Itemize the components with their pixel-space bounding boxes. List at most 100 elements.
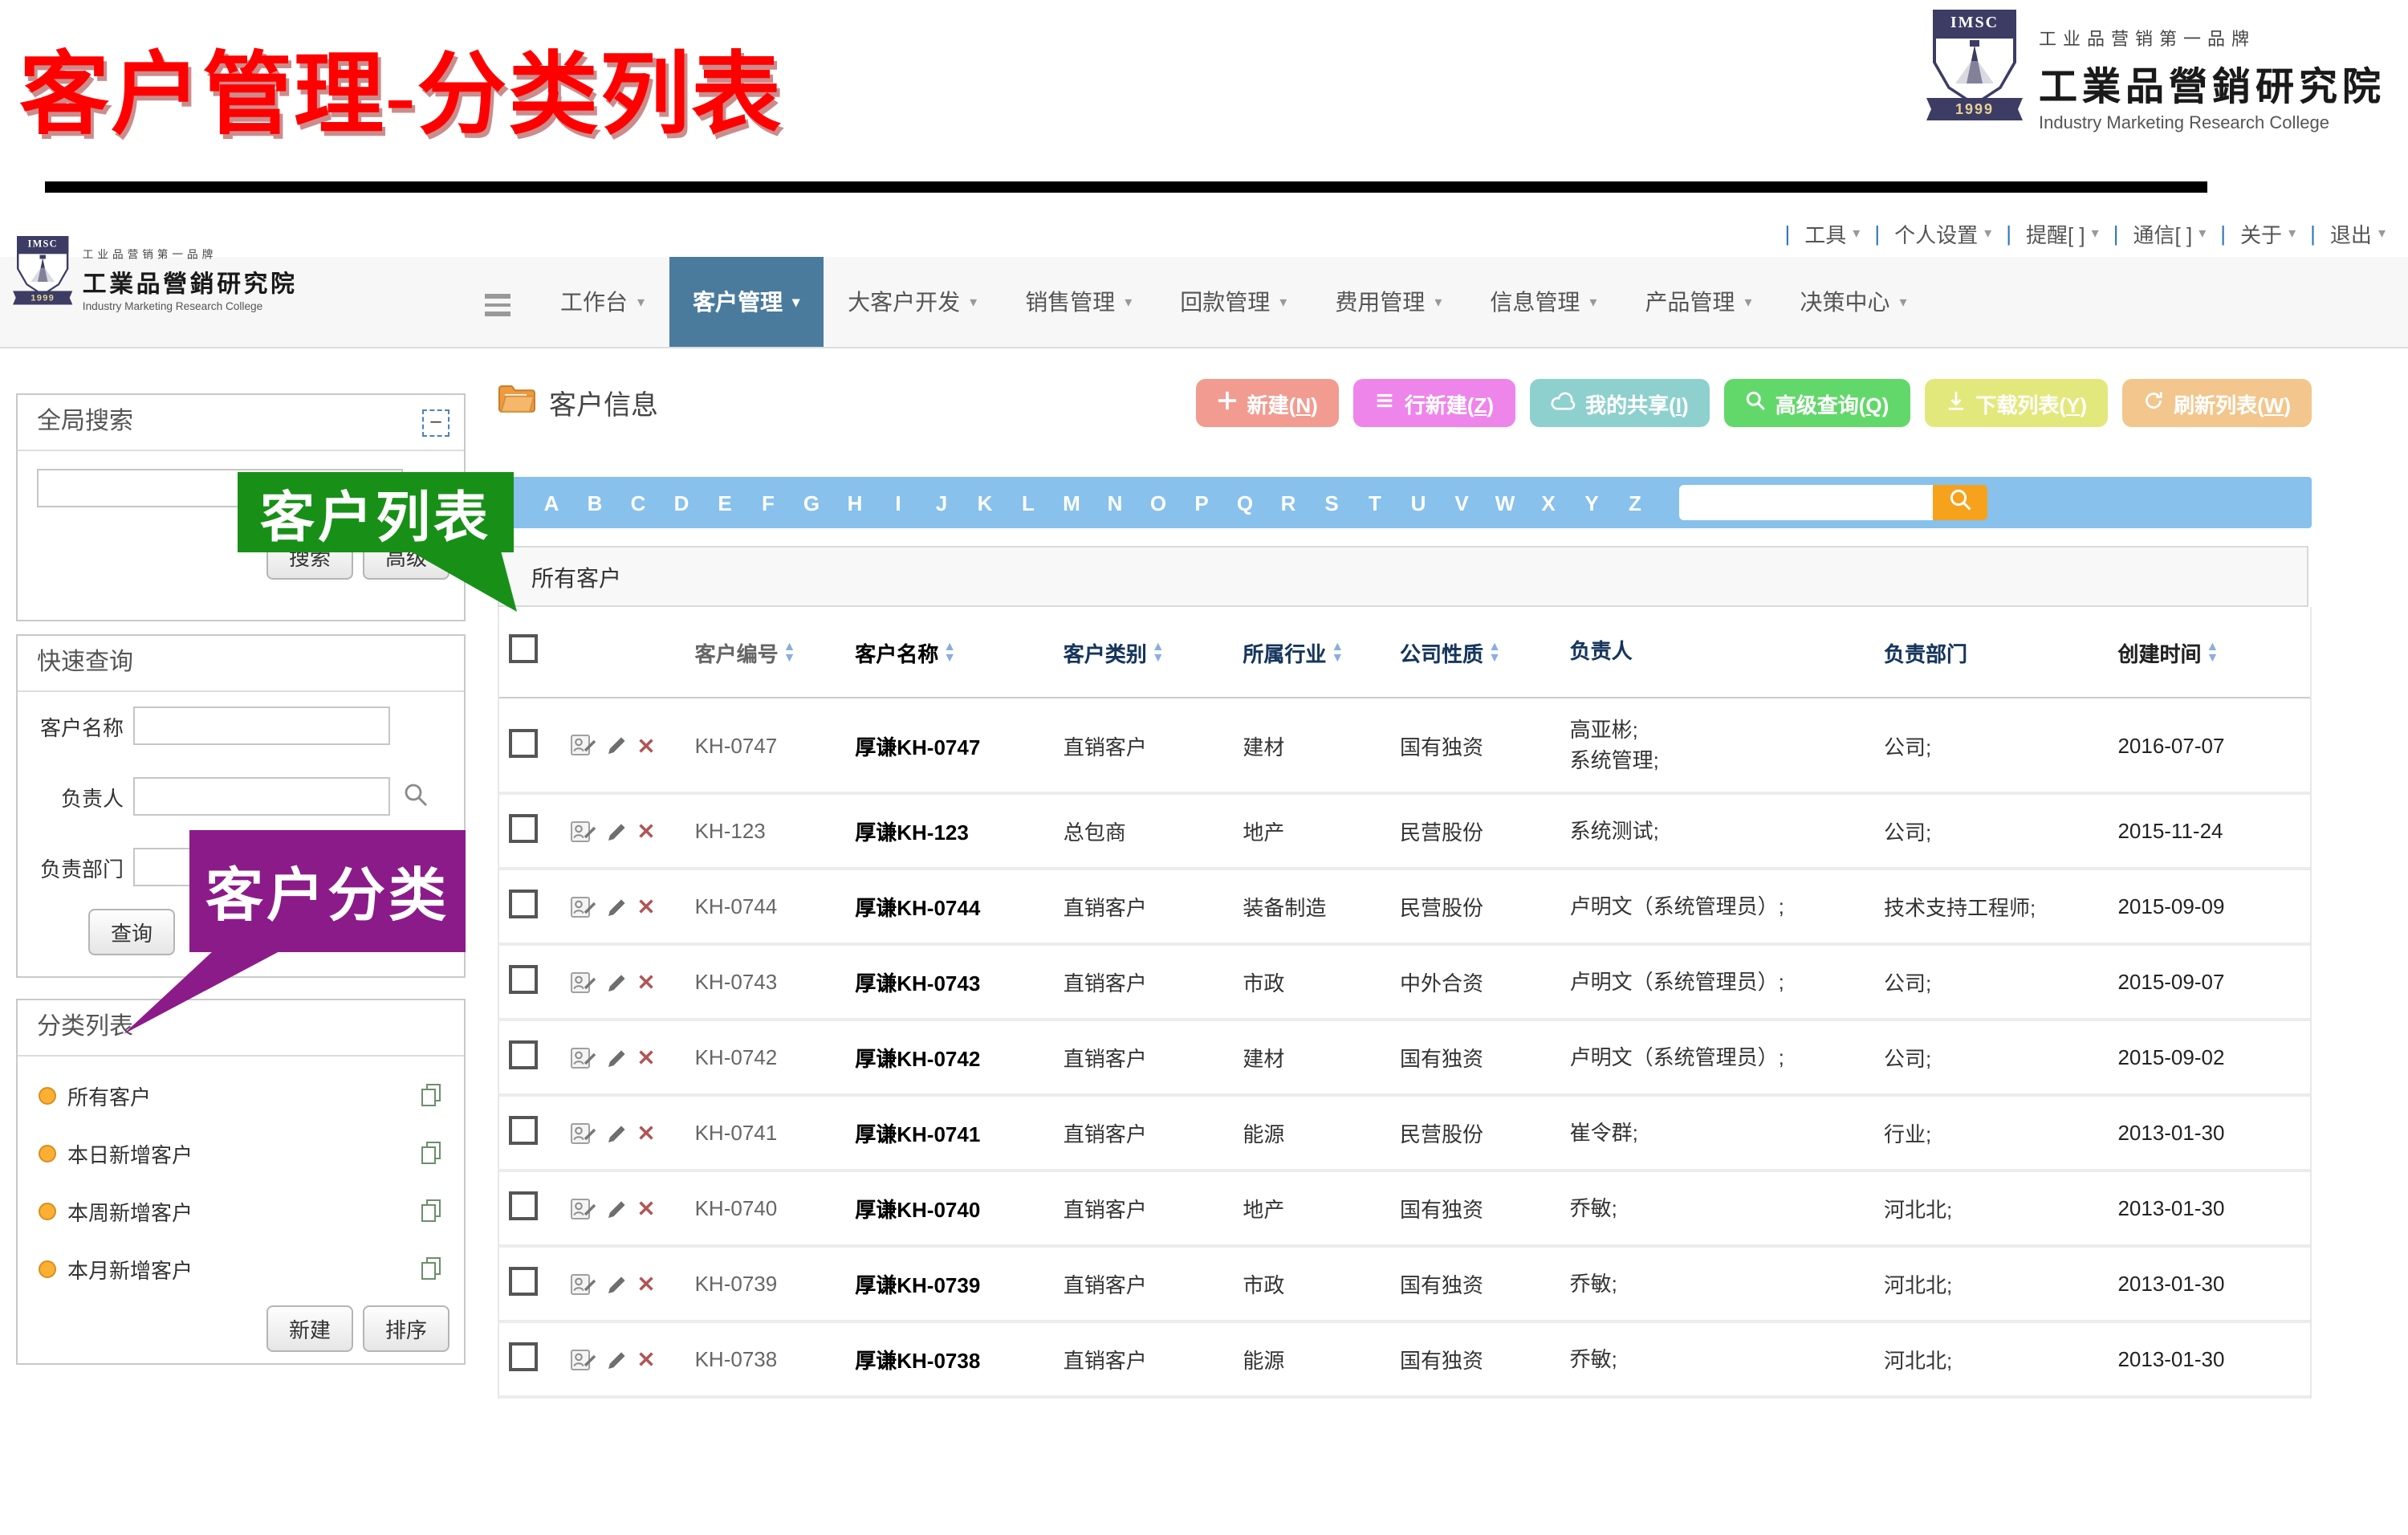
query-button[interactable]: 查询 (88, 909, 175, 955)
row-checkbox[interactable] (509, 1267, 538, 1296)
nav-item-客户管理[interactable]: 客户管理▾ (669, 257, 824, 347)
copy-icon[interactable] (419, 1198, 443, 1224)
alphabet-letter-H[interactable]: H (833, 491, 877, 515)
action-button-Y[interactable]: 下载列表(Y) (1924, 379, 2108, 427)
alphabet-letter-Y[interactable]: Y (1570, 491, 1613, 515)
action-button-Q[interactable]: 高级查询(Q) (1724, 379, 1910, 427)
alphabet-letter-N[interactable]: N (1093, 491, 1137, 515)
table-search-button[interactable] (1933, 485, 1987, 520)
alphabet-letter-Z[interactable]: Z (1613, 491, 1657, 515)
action-button-N[interactable]: 新建(N) (1196, 379, 1339, 427)
edit-icon[interactable] (605, 734, 628, 756)
action-button-I[interactable]: 我的共享(I) (1529, 379, 1710, 427)
alphabet-letter-E[interactable]: E (703, 491, 746, 515)
alphabet-letter-F[interactable]: F (746, 491, 790, 515)
sort-icon[interactable]: ▲▼ (2206, 641, 2219, 663)
edit-icon[interactable] (605, 971, 628, 993)
alphabet-letter-K[interactable]: K (963, 491, 1007, 515)
sort-icon[interactable]: ▲▼ (943, 641, 956, 663)
category-item[interactable]: 本月新增客户 (18, 1244, 464, 1293)
delete-icon[interactable] (636, 1198, 657, 1219)
toolbar-item[interactable]: 个人设置▾ (1894, 218, 1991, 249)
view-edit-icon[interactable] (570, 1195, 597, 1221)
view-edit-icon[interactable] (570, 1120, 597, 1146)
alphabet-letter-M[interactable]: M (1050, 491, 1093, 515)
search-icon[interactable] (403, 782, 429, 816)
alphabet-letter-V[interactable]: V (1440, 491, 1483, 515)
delete-icon[interactable] (636, 1273, 657, 1294)
action-button-Z[interactable]: 行新建(Z) (1353, 379, 1515, 427)
delete-icon[interactable] (636, 1349, 657, 1370)
row-checkbox[interactable] (509, 1342, 538, 1371)
action-button-W[interactable]: 刷新列表(W) (2122, 379, 2312, 427)
view-edit-icon[interactable] (570, 969, 597, 995)
nav-item-产品管理[interactable]: 产品管理▾ (1621, 257, 1775, 347)
alphabet-letter-T[interactable]: T (1353, 491, 1397, 515)
row-checkbox[interactable] (509, 1040, 538, 1069)
table-search-input[interactable] (1679, 485, 1933, 520)
delete-icon[interactable] (636, 735, 657, 755)
alphabet-letter-J[interactable]: J (920, 491, 963, 515)
copy-icon[interactable] (419, 1140, 443, 1166)
alphabet-letter-A[interactable]: A (530, 491, 573, 515)
row-checkbox[interactable] (509, 1116, 538, 1145)
row-checkbox[interactable] (509, 1191, 538, 1220)
edit-icon[interactable] (605, 1272, 628, 1295)
sort-category-button[interactable]: 排序 (363, 1305, 449, 1352)
view-edit-icon[interactable] (570, 732, 597, 758)
alphabet-letter-D[interactable]: D (660, 491, 703, 515)
nav-item-信息管理[interactable]: 信息管理▾ (1466, 257, 1621, 347)
delete-icon[interactable] (636, 820, 657, 841)
alphabet-letter-X[interactable]: X (1527, 491, 1570, 515)
view-edit-icon[interactable] (570, 1271, 597, 1297)
alphabet-letter-S[interactable]: S (1310, 491, 1353, 515)
alphabet-letter-R[interactable]: R (1267, 491, 1310, 515)
hamburger-icon[interactable] (485, 294, 510, 320)
toolbar-item[interactable]: 提醒[ ]▾ (2026, 218, 2099, 249)
nav-item-决策中心[interactable]: 决策中心▾ (1776, 257, 1931, 347)
edit-icon[interactable] (605, 1122, 628, 1144)
sort-icon[interactable]: ▲▼ (1152, 641, 1165, 663)
nav-item-大客户开发[interactable]: 大客户开发▾ (824, 257, 1001, 347)
toolbar-item[interactable]: 工具▾ (1804, 218, 1860, 249)
edit-icon[interactable] (605, 1348, 628, 1370)
select-all-checkbox[interactable] (509, 633, 538, 662)
alphabet-letter-W[interactable]: W (1483, 491, 1527, 515)
category-item[interactable]: 本周新增客户 (18, 1187, 464, 1235)
owner-field[interactable] (133, 777, 390, 816)
copy-icon[interactable] (419, 1256, 443, 1281)
sort-icon[interactable]: ▲▼ (783, 641, 796, 663)
toolbar-item[interactable]: 通信[ ]▾ (2133, 218, 2207, 249)
alphabet-letter-L[interactable]: L (1007, 491, 1050, 515)
delete-icon[interactable] (636, 1122, 657, 1143)
toolbar-item[interactable]: 退出▾ (2330, 218, 2386, 249)
edit-icon[interactable] (605, 1197, 628, 1219)
row-checkbox[interactable] (509, 814, 538, 843)
delete-icon[interactable] (636, 1047, 657, 1068)
alphabet-letter-O[interactable]: O (1137, 491, 1180, 515)
view-edit-icon[interactable] (570, 894, 597, 919)
view-edit-icon[interactable] (570, 1346, 597, 1372)
alphabet-letter-P[interactable]: P (1180, 491, 1223, 515)
alphabet-letter-U[interactable]: U (1397, 491, 1440, 515)
delete-icon[interactable] (636, 896, 657, 917)
sort-icon[interactable]: ▲▼ (1488, 641, 1501, 663)
alphabet-letter-C[interactable]: C (616, 491, 660, 515)
category-item[interactable]: 所有客户 (18, 1071, 464, 1119)
toolbar-item[interactable]: 关于▾ (2240, 218, 2296, 249)
delete-icon[interactable] (636, 971, 657, 992)
row-checkbox[interactable] (509, 728, 538, 757)
minimize-icon[interactable]: – (422, 409, 449, 437)
alphabet-letter-B[interactable]: B (573, 491, 616, 515)
category-item[interactable]: 本日新增客户 (18, 1129, 464, 1177)
row-checkbox[interactable] (509, 965, 538, 994)
nav-item-费用管理[interactable]: 费用管理▾ (1311, 257, 1466, 347)
alphabet-letter-G[interactable]: G (790, 491, 833, 515)
nav-item-工作台[interactable]: 工作台▾ (536, 257, 669, 347)
copy-icon[interactable] (419, 1082, 443, 1108)
new-category-button[interactable]: 新建 (266, 1305, 353, 1352)
nav-item-回款管理[interactable]: 回款管理▾ (1156, 257, 1311, 347)
edit-icon[interactable] (605, 820, 628, 842)
view-edit-icon[interactable] (570, 1044, 597, 1070)
edit-icon[interactable] (605, 1046, 628, 1069)
